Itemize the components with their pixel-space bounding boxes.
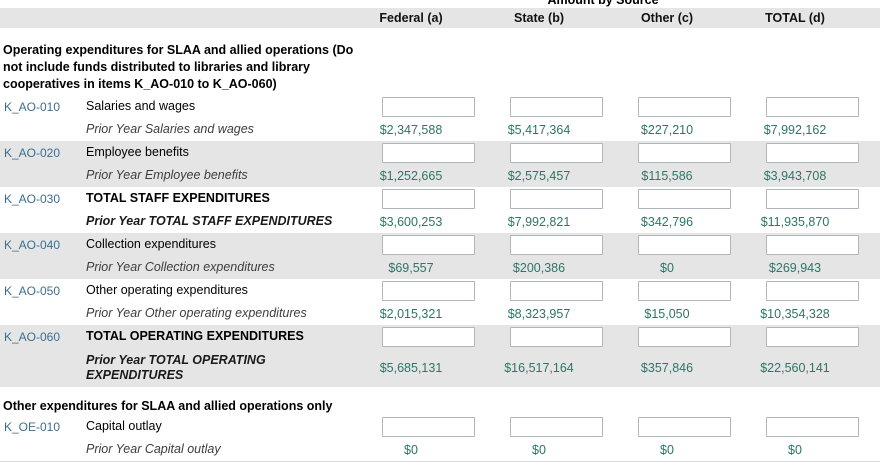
item-label: Employee benefits bbox=[86, 145, 347, 160]
amount-input-total[interactable] bbox=[766, 97, 859, 117]
amount-input-other[interactable] bbox=[638, 189, 731, 209]
expenditure-row-K_AO-010: K_AO-010 Salaries and wages Prior Year S… bbox=[0, 95, 880, 141]
item-label: TOTAL STAFF EXPENDITURES bbox=[86, 191, 347, 206]
prior-value-other: $357,846 bbox=[603, 361, 731, 375]
prior-value-total: $11,935,870 bbox=[731, 215, 859, 229]
amount-input-state[interactable] bbox=[510, 189, 603, 209]
amount-input-other[interactable] bbox=[638, 281, 731, 301]
item-label: Other operating expenditures bbox=[86, 283, 347, 298]
prior-value-federal: $2,015,321 bbox=[347, 307, 475, 321]
prior-value-state: $2,575,457 bbox=[475, 169, 603, 183]
item-code-link[interactable]: K_AO-050 bbox=[4, 284, 60, 298]
amount-input-state[interactable] bbox=[510, 327, 603, 347]
item-code-link[interactable]: K_AO-040 bbox=[4, 238, 60, 252]
amount-input-total[interactable] bbox=[766, 281, 859, 301]
prior-value-state: $16,517,164 bbox=[475, 361, 603, 375]
item-code-link[interactable]: K_AO-020 bbox=[4, 146, 60, 160]
prior-year-label: Prior Year Capital outlay bbox=[86, 442, 347, 457]
column-header-other: Other (c) bbox=[603, 11, 731, 25]
amount-input-federal[interactable] bbox=[382, 281, 475, 301]
amount-input-federal[interactable] bbox=[382, 97, 475, 117]
amount-input-federal[interactable] bbox=[382, 143, 475, 163]
expenditures-form-page: Amount by Source Federal (a) State (b) O… bbox=[0, 0, 880, 462]
item-code-link[interactable]: K_AO-060 bbox=[4, 330, 60, 344]
column-header-state: State (b) bbox=[475, 11, 603, 25]
section-heading-other: Other expenditures for SLAA and allied o… bbox=[0, 397, 560, 415]
prior-value-total: $0 bbox=[731, 443, 859, 457]
prior-value-other: $227,210 bbox=[603, 123, 731, 137]
prior-value-federal: $69,557 bbox=[347, 261, 475, 275]
prior-value-total: $7,992,162 bbox=[731, 123, 859, 137]
prior-value-total: $269,943 bbox=[731, 261, 859, 275]
prior-value-other: $0 bbox=[603, 443, 731, 457]
section-heading-operating: Operating expenditures for SLAA and alli… bbox=[0, 40, 372, 95]
prior-value-state: $8,323,957 bbox=[475, 307, 603, 321]
prior-year-label: Prior Year TOTAL OPERATING EXPENDITURES bbox=[86, 353, 347, 383]
prior-year-label: Prior Year Collection expenditures bbox=[86, 260, 347, 275]
amount-input-federal[interactable] bbox=[382, 189, 475, 209]
prior-value-total: $22,560,141 bbox=[731, 361, 859, 375]
prior-value-other: $15,050 bbox=[603, 307, 731, 321]
prior-value-state: $7,992,821 bbox=[475, 215, 603, 229]
prior-value-total: $3,943,708 bbox=[731, 169, 859, 183]
prior-value-federal: $3,600,253 bbox=[347, 215, 475, 229]
prior-value-federal: $2,347,588 bbox=[347, 123, 475, 137]
expenditure-row-K_AO-060: K_AO-060 TOTAL OPERATING EXPENDITURES Pr… bbox=[0, 325, 880, 387]
amount-input-other[interactable] bbox=[638, 143, 731, 163]
amount-input-other[interactable] bbox=[638, 235, 731, 255]
expenditure-row-K_AO-050: K_AO-050 Other operating expenditures Pr… bbox=[0, 279, 880, 325]
amount-input-state[interactable] bbox=[510, 281, 603, 301]
prior-value-other: $0 bbox=[603, 261, 731, 275]
expenditure-row-K_AO-020: K_AO-020 Employee benefits Prior Year Em… bbox=[0, 141, 880, 187]
prior-value-state: $0 bbox=[475, 443, 603, 457]
amount-by-source-header: Amount by Source bbox=[0, 0, 880, 8]
column-header-row: Federal (a) State (b) Other (c) TOTAL (d… bbox=[0, 8, 880, 28]
amount-input-state[interactable] bbox=[510, 235, 603, 255]
prior-value-state: $200,386 bbox=[475, 261, 603, 275]
amount-input-state[interactable] bbox=[510, 97, 603, 117]
item-code-link[interactable]: K_OE-010 bbox=[4, 420, 60, 434]
amount-input-other[interactable] bbox=[638, 327, 731, 347]
prior-value-state: $5,417,364 bbox=[475, 123, 603, 137]
item-label: Capital outlay bbox=[86, 419, 347, 434]
prior-year-label: Prior Year Employee benefits bbox=[86, 168, 347, 183]
prior-year-label: Prior Year Salaries and wages bbox=[86, 122, 347, 137]
amount-input-other[interactable] bbox=[638, 417, 731, 437]
prior-value-other: $342,796 bbox=[603, 215, 731, 229]
amount-input-total[interactable] bbox=[766, 327, 859, 347]
prior-year-label: Prior Year TOTAL STAFF EXPENDITURES bbox=[86, 214, 347, 229]
column-header-total: TOTAL (d) bbox=[731, 11, 859, 25]
amount-input-state[interactable] bbox=[510, 143, 603, 163]
expenditure-row-K_OE-010: K_OE-010 Capital outlay Prior Year Capit… bbox=[0, 415, 880, 461]
item-label: TOTAL OPERATING EXPENDITURES bbox=[86, 329, 347, 344]
prior-value-total: $10,354,328 bbox=[731, 307, 859, 321]
amount-by-source-label: Amount by Source bbox=[347, 0, 859, 7]
prior-value-federal: $0 bbox=[347, 443, 475, 457]
amount-input-federal[interactable] bbox=[382, 327, 475, 347]
amount-input-other[interactable] bbox=[638, 97, 731, 117]
prior-year-label: Prior Year Other operating expenditures bbox=[86, 306, 347, 321]
item-code-link[interactable]: K_AO-010 bbox=[4, 100, 60, 114]
amount-input-total[interactable] bbox=[766, 189, 859, 209]
prior-value-federal: $1,252,665 bbox=[347, 169, 475, 183]
amount-input-federal[interactable] bbox=[382, 417, 475, 437]
column-header-federal: Federal (a) bbox=[347, 11, 475, 25]
item-code-link[interactable]: K_AO-030 bbox=[4, 192, 60, 206]
amount-input-state[interactable] bbox=[510, 417, 603, 437]
item-label: Salaries and wages bbox=[86, 99, 347, 114]
expenditure-row-K_AO-040: K_AO-040 Collection expenditures Prior Y… bbox=[0, 233, 880, 279]
expenditure-row-K_AO-030: K_AO-030 TOTAL STAFF EXPENDITURES Prior … bbox=[0, 187, 880, 233]
amount-input-federal[interactable] bbox=[382, 235, 475, 255]
amount-input-total[interactable] bbox=[766, 235, 859, 255]
item-label: Collection expenditures bbox=[86, 237, 347, 252]
amount-input-total[interactable] bbox=[766, 417, 859, 437]
amount-input-total[interactable] bbox=[766, 143, 859, 163]
prior-value-federal: $5,685,131 bbox=[347, 361, 475, 375]
prior-value-other: $115,586 bbox=[603, 169, 731, 183]
